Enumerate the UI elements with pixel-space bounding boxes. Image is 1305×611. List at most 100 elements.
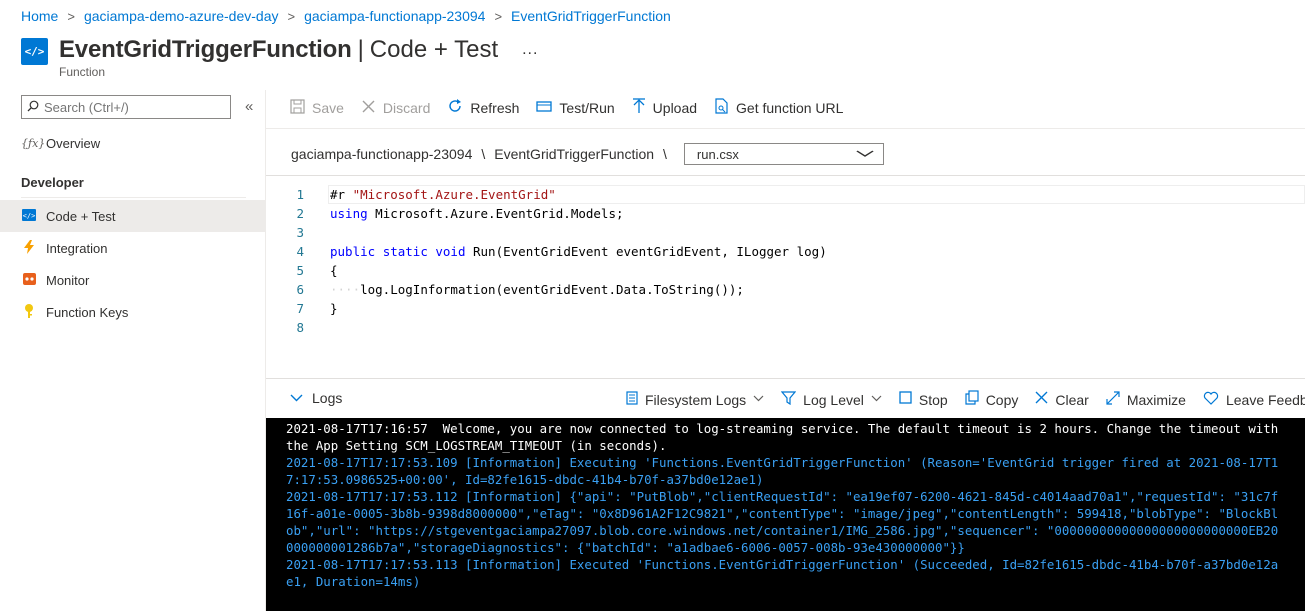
- sidebar-item-label: Integration: [46, 240, 108, 256]
- path-function: EventGridTriggerFunction: [494, 146, 655, 162]
- code-line: 5 {: [266, 261, 337, 280]
- logs-toggle-button[interactable]: Logs: [290, 390, 342, 406]
- chevron-down-icon: [753, 394, 764, 405]
- chevron-right-icon: >: [494, 8, 503, 24]
- log-console[interactable]: 2021-08-17T17:16:57 Welcome, you are now…: [266, 418, 1305, 611]
- command-bar: Save Discard Refresh Test/Run Upload Get…: [290, 98, 860, 118]
- breadcrumb: Home > gaciampa-demo-azure-dev-day > gac…: [21, 7, 671, 25]
- code-line: 1 #r "Microsoft.Azure.EventGrid": [266, 185, 555, 204]
- logs-actions: Filesystem Logs Log Level Stop Copy Clea…: [626, 390, 1305, 409]
- line-number: 2: [296, 206, 304, 221]
- line-number: 4: [296, 244, 304, 259]
- log-entry: 2021-08-17T17:16:57 Welcome, you are now…: [286, 421, 1286, 453]
- monitor-icon: [21, 272, 37, 288]
- sidebar-item-overview[interactable]: {ƒx} Overview: [0, 127, 266, 159]
- search-input[interactable]: [44, 99, 214, 115]
- test-run-button[interactable]: Test/Run: [536, 100, 615, 117]
- upload-icon: [632, 98, 646, 118]
- sidebar-divider: [21, 197, 246, 198]
- log-entry: 2021-08-17T17:17:53.113 [Information] Ex…: [286, 557, 1279, 589]
- search-icon: [27, 100, 39, 115]
- code-line: 7 }: [266, 299, 337, 318]
- sidebar-section-developer: Developer: [21, 175, 84, 190]
- clear-button[interactable]: Clear: [1035, 391, 1089, 408]
- more-options-button[interactable]: ...: [522, 41, 538, 59]
- resource-type-label: Function: [59, 65, 106, 79]
- path-separator: \: [481, 146, 486, 162]
- code-line: 4 public static void Run(EventGridEvent …: [266, 242, 826, 261]
- sidebar-item-code-test[interactable]: </> Code + Test: [0, 200, 266, 232]
- chevron-right-icon: >: [287, 8, 296, 24]
- discard-button[interactable]: Discard: [361, 99, 430, 118]
- log-entry: 2021-08-17T17:17:53.109 [Information] Ex…: [286, 455, 1279, 487]
- sidebar-item-function-keys[interactable]: Function Keys: [0, 296, 266, 328]
- code-editor[interactable]: 1 #r "Microsoft.Azure.EventGrid" 2 using…: [266, 175, 1305, 375]
- refresh-icon: [447, 98, 463, 118]
- heart-icon: [1203, 391, 1219, 409]
- close-icon: [1035, 391, 1048, 408]
- file-select-dropdown[interactable]: run.csx: [683, 143, 884, 165]
- sidebar-item-label: Function Keys: [46, 304, 129, 320]
- sidebar-item-label: Code + Test: [46, 208, 116, 224]
- link-document-icon: [714, 98, 729, 118]
- code-line: 3: [266, 223, 304, 242]
- stop-button[interactable]: Stop: [899, 391, 948, 408]
- breadcrumb-resource-group[interactable]: gaciampa-demo-azure-dev-day: [84, 8, 279, 24]
- code-line: 6 ····log.LogInformation(eventGridEvent.…: [266, 280, 743, 299]
- sidebar-search[interactable]: [21, 95, 231, 119]
- code-line: 8: [266, 318, 304, 337]
- line-number: 8: [296, 320, 304, 335]
- line-number: 1: [296, 187, 304, 202]
- page-title: EventGridTriggerFunction: [59, 35, 352, 63]
- chevron-down-icon: [871, 394, 882, 405]
- page-subtitle: Code + Test: [369, 35, 499, 63]
- list-icon: [626, 390, 638, 409]
- page-header: </> EventGridTriggerFunction | Code + Te…: [21, 34, 538, 65]
- stop-icon: [899, 391, 912, 408]
- refresh-button[interactable]: Refresh: [447, 98, 519, 118]
- path-separator: \: [663, 146, 667, 162]
- line-number: 5: [296, 263, 304, 278]
- collapse-sidebar-button[interactable]: «: [245, 98, 253, 115]
- sidebar-item-monitor[interactable]: Monitor: [0, 264, 266, 296]
- sidebar-item-label: Monitor: [46, 272, 90, 288]
- path-function-app: gaciampa-functionapp-23094: [291, 146, 473, 162]
- svg-text:</>: </>: [23, 212, 36, 220]
- title-separator: |: [357, 35, 364, 63]
- get-function-url-button[interactable]: Get function URL: [714, 98, 843, 118]
- maximize-button[interactable]: Maximize: [1106, 390, 1186, 409]
- log-entry: 2021-08-17T17:17:53.112 [Information] {"…: [286, 489, 1279, 555]
- sidebar-item-integration[interactable]: Integration: [0, 232, 266, 264]
- maximize-icon: [1106, 390, 1120, 409]
- chevron-down-icon: [290, 391, 303, 405]
- copy-button[interactable]: Copy: [965, 390, 1018, 409]
- leave-feedback-button[interactable]: Leave Feedback: [1203, 391, 1305, 409]
- chevron-down-icon: [855, 149, 874, 160]
- line-number: 7: [296, 301, 304, 316]
- test-run-icon: [536, 100, 553, 117]
- code-icon: </>: [21, 208, 37, 224]
- chevron-right-icon: >: [67, 8, 75, 24]
- breadcrumb-home[interactable]: Home: [21, 8, 58, 24]
- log-level-dropdown[interactable]: Log Level: [780, 390, 882, 409]
- upload-button[interactable]: Upload: [632, 98, 697, 118]
- key-icon: [21, 303, 37, 321]
- save-button[interactable]: Save: [290, 98, 344, 118]
- breadcrumb-function-app[interactable]: gaciampa-functionapp-23094: [304, 8, 485, 24]
- function-code-icon: </>: [21, 38, 48, 65]
- logs-toolbar: Logs Filesystem Logs Log Level Stop Copy…: [266, 378, 1305, 418]
- sidebar: « {ƒx} Overview Developer </> Code + Tes…: [0, 90, 266, 611]
- copy-icon: [965, 390, 979, 409]
- filter-icon: [780, 390, 797, 409]
- breadcrumb-function[interactable]: EventGridTriggerFunction: [511, 8, 671, 24]
- function-overview-icon: {ƒx}: [21, 136, 46, 150]
- lightning-icon: [21, 239, 37, 257]
- line-number: 3: [296, 225, 304, 240]
- selected-file: run.csx: [696, 146, 739, 162]
- line-number: 6: [296, 282, 304, 297]
- close-icon: [361, 99, 376, 118]
- filesystem-logs-dropdown[interactable]: Filesystem Logs: [626, 390, 764, 409]
- toolbar-divider: [266, 128, 1305, 129]
- sidebar-item-label: Overview: [46, 135, 101, 151]
- file-path-bar: gaciampa-functionapp-23094 \ EventGridTr…: [291, 143, 884, 165]
